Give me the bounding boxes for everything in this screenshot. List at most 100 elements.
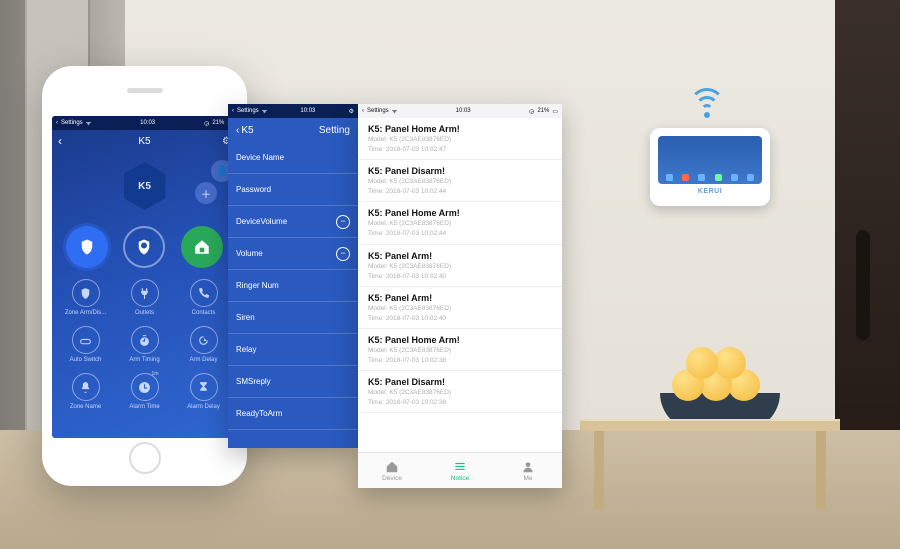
notice-model: Model: K5 (2C3AE83876ED) <box>368 262 552 271</box>
notice-item[interactable]: K5: Panel Disarm!Model: K5 (2C3AE83876ED… <box>358 160 562 202</box>
right-door <box>835 0 900 460</box>
notice-time: Time: 2018-07-03 10:02:40 <box>368 314 552 323</box>
tab-label: Notice <box>451 475 469 482</box>
back-chevron-icon[interactable]: ‹ <box>56 120 58 126</box>
setting-label: Device Name <box>236 153 284 162</box>
list-icon <box>453 460 467 474</box>
grid-cell[interactable]: Zone Arm/Dis... <box>56 274 115 321</box>
setting-row[interactable]: Ringer Num <box>228 270 358 302</box>
notice-item[interactable]: K5: Panel Home Arm!Model: K5 (2C3AE83876… <box>358 202 562 244</box>
plug-icon <box>131 279 159 307</box>
settings-gear-icon[interactable]: ⚙ <box>349 108 354 115</box>
status-back-label[interactable]: Settings <box>61 120 83 126</box>
grid-label: Auto Switch <box>70 357 102 363</box>
notice-list[interactable]: K5: Panel Home Arm! Model: K5 (2C3AE83876… <box>358 118 562 452</box>
wifi-icon <box>689 88 725 118</box>
grid-label: Alarm Time <box>129 404 159 410</box>
status-bar: ‹Settingsᯤ 10:03 ◶21%▭ <box>358 104 562 118</box>
grid-label: Contacts <box>192 310 216 316</box>
phone-icon <box>190 279 218 307</box>
nav-back-button[interactable]: ‹K5 <box>236 125 254 136</box>
fruit-icon <box>686 347 718 379</box>
settings-nav-bar: ‹K5 Setting <box>228 118 358 142</box>
notice-time: Time: 2018-07-03 10:02:44 <box>368 229 552 238</box>
hero-area: K5 👤 ＋ <box>52 152 237 226</box>
tab-me[interactable]: Me <box>494 453 562 488</box>
setting-row[interactable]: ReadyToArm <box>228 398 358 430</box>
setting-row[interactable]: Password <box>228 174 358 206</box>
setting-row[interactable]: SMSreply <box>228 366 358 398</box>
app-nav-bar: ‹ K5 ⚙ <box>52 130 237 152</box>
setting-row[interactable]: Siren <box>228 302 358 334</box>
status-bar: ‹Settingsᯤ 10:03 ⚙ <box>228 104 358 118</box>
notice-item[interactable]: K5: Panel Disarm!Model: K5 (2C3AE83876ED… <box>358 371 562 413</box>
notice-title: K5: Panel Home Arm! <box>368 208 552 218</box>
wifi-status-icon: ᯤ <box>86 119 91 127</box>
panel-screen <box>658 136 762 184</box>
notice-time: Time: 2018-07-03 10:02:44 <box>368 187 552 196</box>
back-chevron-icon[interactable]: ‹ <box>362 108 364 114</box>
hex-label: K5 <box>138 181 151 192</box>
setting-label: Relay <box>236 345 256 354</box>
app-home-screen: ‹ Settings ᯤ 10:03 ◶ 21% ▭ ‹ K5 ⚙ K5 👤 ＋ <box>52 116 237 438</box>
grid-cell[interactable]: Outlets <box>115 274 174 321</box>
grid-label: Zone Name <box>70 404 101 410</box>
notice-time: Time: 2018-07-03 10:02:47 <box>368 145 552 154</box>
house-icon <box>385 460 399 474</box>
notice-item[interactable]: K5: Panel Arm!Model: K5 (2C3AE83876ED)Ti… <box>358 287 562 329</box>
notice-item[interactable]: K5: Panel Home Arm!Model: K5 (2C3AE83876… <box>358 118 562 160</box>
add-bubble-icon[interactable]: ＋ <box>195 182 217 204</box>
notice-item[interactable]: K5: Panel Home Arm!Model: K5 (2C3AE83876… <box>358 329 562 371</box>
setting-label: SMSreply <box>236 377 271 386</box>
setting-row[interactable]: Relay <box>228 334 358 366</box>
notice-title: K5: Panel Disarm! <box>368 377 552 387</box>
arm-stay-button[interactable] <box>123 226 165 268</box>
clock-icon: 1m <box>131 373 159 401</box>
status-back-label[interactable]: Settings <box>367 108 389 114</box>
table <box>580 419 840 509</box>
device-hex-badge[interactable]: K5 <box>124 162 166 210</box>
notice-title: K5: Panel Arm! <box>368 251 552 261</box>
grid-cell[interactable]: Arm Timing <box>115 321 174 368</box>
notice-model: Model: K5 (2C3AE83876ED) <box>368 388 552 397</box>
status-time: 10:03 <box>300 108 315 114</box>
nav-back-icon[interactable]: ‹ <box>58 134 62 148</box>
notice-model: Model: K5 (2C3AE83876ED) <box>368 135 552 144</box>
setting-row[interactable]: Device Name <box>228 142 358 174</box>
phone-speaker <box>127 88 163 93</box>
minus-icon[interactable]: − <box>336 215 350 229</box>
arm-away-button[interactable] <box>66 226 108 268</box>
app-settings-screen: ‹Settingsᯤ 10:03 ⚙ ‹K5 Setting Device Na… <box>228 104 358 448</box>
setting-row[interactable]: DeviceVolume − <box>228 206 358 238</box>
nav-title: Setting <box>319 125 350 136</box>
grid-cell[interactable]: Auto Switch <box>56 321 115 368</box>
back-chevron-icon[interactable]: ‹ <box>232 108 234 114</box>
battery-icon: ▭ <box>552 108 558 115</box>
notice-model: Model: K5 (2C3AE83876ED) <box>368 304 552 313</box>
tab-label: Me <box>523 475 532 482</box>
tab-notice[interactable]: Notice <box>426 453 494 488</box>
minus-icon[interactable]: − <box>336 247 350 261</box>
setting-row[interactable]: Volume− <box>228 238 358 270</box>
setting-label: Password <box>236 185 271 194</box>
grid-cell[interactable]: 1m Alarm Time <box>115 368 174 415</box>
tab-bar: Device Notice Me <box>358 452 562 488</box>
status-back-label[interactable]: Settings <box>237 108 259 114</box>
tab-device[interactable]: Device <box>358 453 426 488</box>
door-handle <box>856 230 870 340</box>
grid-label: Outlets <box>135 310 154 316</box>
notice-time: Time: 2018-07-03 10:02:40 <box>368 272 552 281</box>
grid-label: Alarm Delay <box>187 404 220 410</box>
battery-ring-icon: ◶ <box>204 120 209 127</box>
notice-item[interactable]: K5: Panel Arm!Model: K5 (2C3AE83876ED)Ti… <box>358 245 562 287</box>
grid-cell[interactable]: Contacts <box>174 274 233 321</box>
grid-cell[interactable]: Alarm Delay <box>174 368 233 415</box>
alarm-panel-device: KERUI <box>650 128 770 206</box>
setting-label: DeviceVolume <box>236 217 287 226</box>
status-battery: 21% <box>537 108 549 114</box>
grid-cell[interactable]: Arm Delay <box>174 321 233 368</box>
timer-icon <box>131 326 159 354</box>
disarm-button[interactable] <box>181 226 223 268</box>
grid-cell[interactable]: Zone Name <box>56 368 115 415</box>
setting-label: Siren <box>236 313 255 322</box>
